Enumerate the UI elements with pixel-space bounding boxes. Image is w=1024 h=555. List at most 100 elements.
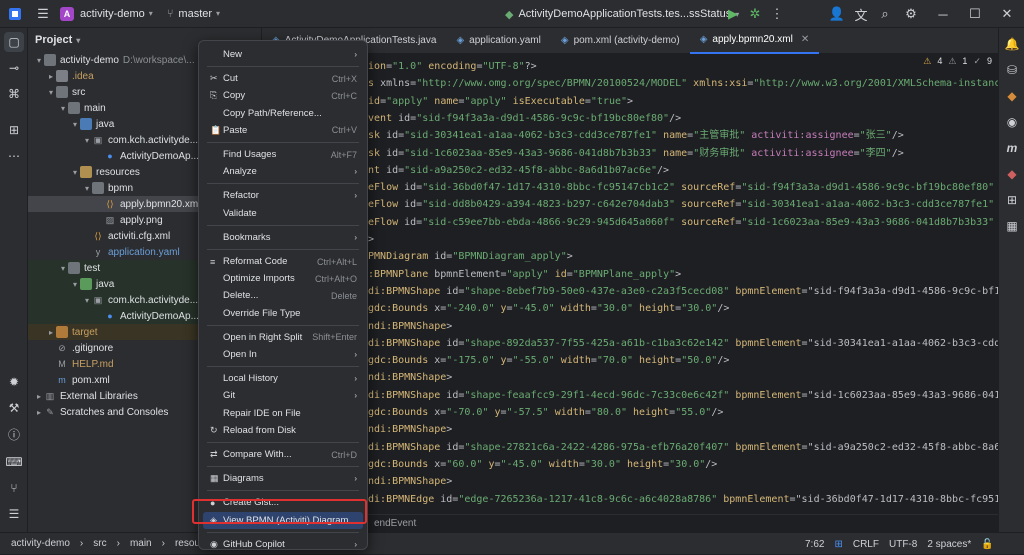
gear-icon[interactable]: ⚙	[900, 3, 922, 25]
tab-3[interactable]: ◈ apply.bpmn20.xml ✕	[689, 28, 820, 54]
close-tab-icon[interactable]: ✕	[801, 34, 809, 45]
m-icon[interactable]: m	[1002, 138, 1022, 158]
maximize-icon[interactable]: ☐	[964, 3, 986, 25]
code-editor[interactable]: ⚠ 4 ⚠ 1 ✓ 9 tion="1.0" encoding="UTF-8"?> ns…	[262, 54, 998, 532]
menu-item[interactable]: Find Usages Alt+F7	[203, 146, 363, 163]
code-line[interactable]: BPMNDiagram id="BPMNDiagram_apply">	[362, 248, 998, 266]
expand-arrow-icon[interactable]: ▾	[82, 184, 92, 193]
commit-icon[interactable]: ⊸	[4, 58, 24, 78]
editor-breadcrumb[interactable]: endEvent	[262, 514, 998, 532]
branch-name[interactable]: master	[178, 8, 212, 20]
code-line[interactable]: ndi:BPMNShape id="shape-892da537-7f55-42…	[362, 335, 998, 353]
menu-item[interactable]: Open In ›	[203, 346, 363, 363]
menu-item[interactable]: ⇄ Compare With... Ctrl+D	[203, 446, 363, 463]
code-line[interactable]: ceFlow id="sid-c59ee7bb-ebda-4866-9c29-9…	[362, 214, 998, 232]
menu-item[interactable]: ⎘ Copy Ctrl+C	[203, 87, 363, 104]
code-line[interactable]: s>	[362, 231, 998, 249]
menu-item[interactable]: Open in Right Split Shift+Enter	[203, 329, 363, 346]
expand-arrow-icon[interactable]: ▾	[46, 88, 56, 97]
expand-arrow-icon[interactable]: ▸	[46, 72, 56, 81]
database-icon[interactable]: ⛁	[1002, 60, 1022, 80]
menu-item[interactable]: Refactor ›	[203, 187, 363, 204]
code-line[interactable]: mgdc:Bounds x="-240.0" y="-45.0" width="…	[362, 300, 998, 318]
debug-icon[interactable]: ✲	[744, 3, 766, 25]
more-actions-icon[interactable]: ⋮	[766, 3, 788, 25]
maven-icon[interactable]: ◆	[1002, 86, 1022, 106]
main-menu-icon[interactable]: ☰	[32, 3, 54, 25]
menu-item[interactable]: Copy Path/Reference...	[203, 105, 363, 122]
code-line[interactable]: ask id="sid-1c6023aa-85e9-43a3-9686-041d…	[362, 145, 998, 163]
build-icon[interactable]: ⚒	[4, 398, 24, 418]
breadcrumb-item[interactable]: src	[88, 538, 111, 549]
ide-logo-icon[interactable]	[4, 3, 26, 25]
code-line[interactable]: ceFlow id="sid-36bd0f47-1d17-4310-8bbc-f…	[362, 179, 998, 197]
chevron-down-icon[interactable]: ▾	[149, 9, 153, 18]
expand-arrow-icon[interactable]: ▸	[34, 408, 44, 417]
run-icon[interactable]: ▶	[722, 3, 744, 25]
breadcrumb-item[interactable]: activity-demo	[6, 538, 75, 549]
menu-item[interactable]: ≡ Reformat Code Ctrl+Alt+L	[203, 253, 363, 270]
code-line[interactable]: mndi:BPMNShape>	[362, 473, 998, 491]
add-user-icon[interactable]: 👤	[826, 3, 848, 25]
menu-item[interactable]: Optimize Imports Ctrl+Alt+O	[203, 270, 363, 287]
menu-item[interactable]: Bookmarks ›	[203, 229, 363, 246]
code-line[interactable]: id="apply" name="apply" isExecutable="tr…	[362, 93, 998, 111]
copilot-icon[interactable]: ◉	[1002, 112, 1022, 132]
code-line[interactable]: mgdc:Bounds x="-175.0" y="-55.0" width="…	[362, 352, 998, 370]
status-breadcrumb[interactable]: activity-demo › src › main › resource	[0, 538, 219, 549]
translate-icon[interactable]: 文	[850, 3, 872, 25]
code-line[interactable]: mndi:BPMNShape>	[362, 369, 998, 387]
problems-icon[interactable]: ⓘ	[4, 424, 24, 444]
terminal-icon[interactable]: ⌨	[4, 452, 24, 472]
menu-item[interactable]: ● Create Gist...	[203, 494, 363, 511]
breadcrumb-tag[interactable]: endEvent	[374, 518, 416, 529]
code-line[interactable]: ndi:BPMNShape id="shape-feaafcc9-29f1-4e…	[362, 387, 998, 405]
windows-icon[interactable]: ⊞	[829, 539, 847, 550]
menu-item[interactable]: Analyze ›	[203, 163, 363, 180]
code-line[interactable]: mndi:BPMNShape>	[362, 318, 998, 336]
code-line[interactable]: ent id="sid-a9a250c2-ed32-45f8-abbc-8a6d…	[362, 162, 998, 180]
expand-arrow-icon[interactable]: ▸	[46, 328, 56, 337]
code-line[interactable]: ns xmlns="http://www.omg.org/spec/BPMN/2…	[362, 75, 998, 93]
todo-icon[interactable]: ☰	[4, 504, 24, 524]
code-line[interactable]: mndi:BPMNShape>	[362, 421, 998, 439]
file-encoding[interactable]: UTF-8	[884, 539, 922, 550]
close-icon[interactable]: ✕	[996, 3, 1018, 25]
code-line[interactable]: ndi:BPMNEdge id="edge-7265236a-1217-41c8…	[362, 491, 998, 509]
code-line[interactable]: mgdc:Bounds x="-70.0" y="-57.5" width="8…	[362, 404, 998, 422]
git-icon[interactable]: ⑂	[4, 478, 24, 498]
menu-item[interactable]: Validate	[203, 205, 363, 222]
menu-item[interactable]: ↻ Reload from Disk	[203, 422, 363, 439]
code-line[interactable]: ndi:BPMNShape id="shape-27821c6a-2422-42…	[362, 439, 998, 457]
menu-item[interactable]: ◈ View BPMN (Activiti) Diagram	[203, 511, 363, 529]
expand-arrow-icon[interactable]: ▾	[70, 168, 80, 177]
expand-arrow-icon[interactable]: ▾	[34, 56, 44, 65]
code-line[interactable]: i:BPMNPlane bpmnElement="apply" id="BPMN…	[362, 266, 998, 284]
plugins-icon[interactable]: ⌘	[4, 84, 24, 104]
indent-setting[interactable]: 2 spaces*	[922, 539, 976, 550]
code-line[interactable]: mgdc:Bounds x="60.0" y="-45.0" width="30…	[362, 456, 998, 474]
lock-icon[interactable]: 🔓	[976, 539, 998, 550]
code-line[interactable]: Event id="sid-f94f3a3a-d9d1-4586-9c9c-bf…	[362, 110, 998, 128]
scratch-icon[interactable]: ⊞	[1002, 190, 1022, 210]
gradle-icon[interactable]: ◆	[1002, 164, 1022, 184]
services-icon[interactable]: ✹	[4, 372, 24, 392]
menu-item[interactable]: ▦ Diagrams ›	[203, 470, 363, 487]
menu-item[interactable]: ✂ Cut Ctrl+X	[203, 70, 363, 87]
line-ending[interactable]: CRLF	[848, 539, 884, 550]
breadcrumb-item[interactable]: main	[125, 538, 157, 549]
tab-2[interactable]: ◈ pom.xml (activity-demo)	[551, 28, 690, 54]
project-folder-icon[interactable]: ▢	[4, 32, 24, 52]
tab-1[interactable]: ◈ application.yaml	[446, 28, 550, 54]
menu-item[interactable]: Local History ›	[203, 370, 363, 387]
menu-item[interactable]: 📋 Paste Ctrl+V	[203, 122, 363, 139]
code-line[interactable]: ceFlow id="sid-dd8b0429-a394-4823-b297-c…	[362, 196, 998, 214]
expand-arrow-icon[interactable]: ▾	[82, 296, 92, 305]
structure-icon[interactable]: ⊞	[4, 120, 24, 140]
project-name[interactable]: activity-demo	[80, 8, 145, 20]
menu-item[interactable]: Git ›	[203, 387, 363, 404]
code-line[interactable]: ndi:BPMNShape id="shape-8ebef7b9-50e0-43…	[362, 283, 998, 301]
expand-arrow-icon[interactable]: ▾	[58, 104, 68, 113]
caret-position[interactable]: 7:62	[800, 539, 829, 550]
minimize-icon[interactable]: ─	[932, 3, 954, 25]
